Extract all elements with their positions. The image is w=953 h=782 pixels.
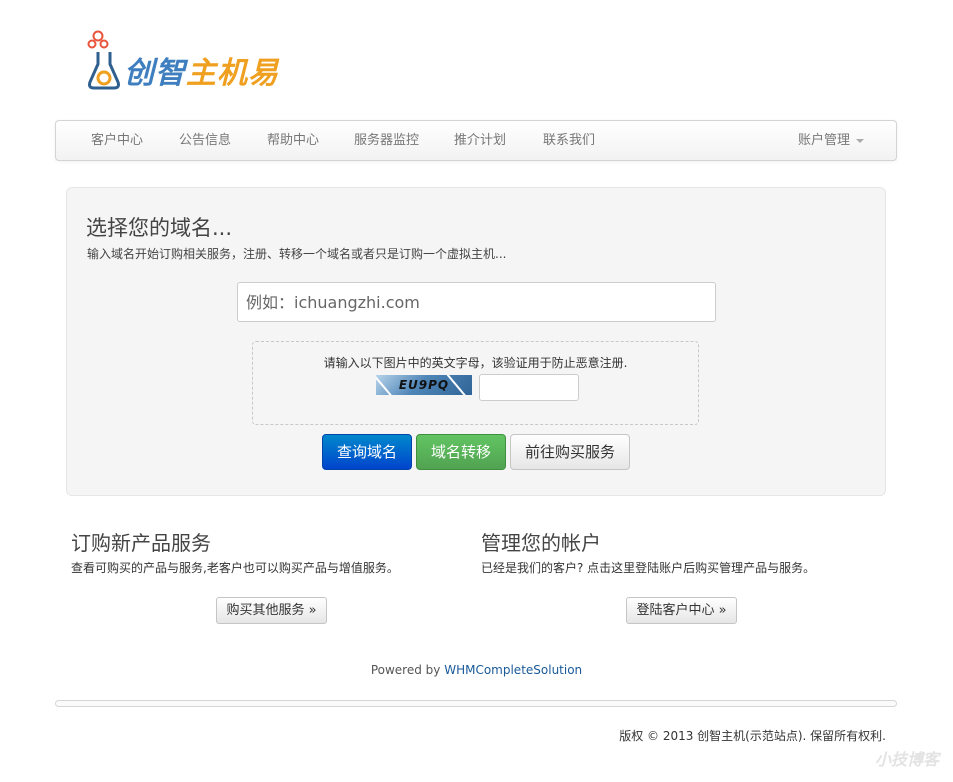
client-login-button[interactable]: 登陆客户中心 »	[626, 597, 737, 624]
site-logo[interactable]: 创智主机易	[84, 30, 284, 94]
powered-by-text: Powered by	[370, 663, 441, 677]
buy-other-services-button[interactable]: 购买其他服务 »	[216, 597, 327, 624]
captcha-code: EU9PQ	[398, 378, 450, 392]
order-products-desc: 查看可购买的产品与服务,老客户也可以购买产品与增值服务。	[71, 561, 399, 575]
captcha-input[interactable]	[479, 374, 579, 401]
order-products-title: 订购新产品服务	[71, 531, 211, 555]
nav-contact[interactable]: 联系我们	[543, 121, 595, 160]
flask-logo-icon	[87, 30, 120, 90]
nav-server-monitor[interactable]: 服务器监控	[354, 121, 419, 160]
hero-subtitle: 输入域名开始订购相关服务，注册、转移一个域名或者只是订购一个虚拟主机...	[87, 247, 507, 261]
main-navbar: 客户中心 公告信息 帮助中心 服务器监控 推介计划 联系我们 账户管理	[55, 120, 897, 161]
logo-wordmark: 创智主机易	[124, 56, 279, 91]
manage-account-desc: 已经是我们的客户? 点击这里登陆账户后购买管理产品与服务。	[481, 561, 816, 575]
manage-account-title: 管理您的帐户	[481, 531, 601, 555]
hero-title: 选择您的域名...	[86, 216, 233, 240]
search-domain-button[interactable]: 查询域名	[322, 434, 412, 470]
captcha-box: 请输入以下图片中的英文字母，该验证用于防止恶意注册. EU9PQ	[252, 341, 699, 425]
nav-help-center[interactable]: 帮助中心	[267, 121, 319, 160]
domain-search-panel: 选择您的域名... 输入域名开始订购相关服务，注册、转移一个域名或者只是订购一个…	[66, 187, 886, 496]
domain-input[interactable]	[237, 282, 716, 322]
buy-service-button[interactable]: 前往购买服务	[510, 434, 630, 470]
nav-account-dropdown[interactable]: 账户管理	[798, 121, 865, 160]
nav-client-center[interactable]: 客户中心	[91, 121, 143, 160]
transfer-domain-button[interactable]: 域名转移	[416, 434, 506, 470]
nav-referral[interactable]: 推介计划	[454, 121, 506, 160]
powered-by: Powered by WHMCompleteSolution	[0, 663, 953, 677]
account-label: 账户管理	[798, 133, 851, 148]
copyright-text: 版权 © 2013 创智主机(示范站点). 保留所有权利.	[619, 729, 886, 743]
captcha-image: EU9PQ	[376, 375, 472, 395]
nav-announcements[interactable]: 公告信息	[179, 121, 231, 160]
watermark-text: 小技博客	[874, 750, 939, 769]
caret-down-icon	[856, 138, 865, 143]
whmcs-link[interactable]: WHMCompleteSolution	[444, 663, 582, 677]
captcha-instructions: 请输入以下图片中的英文字母，该验证用于防止恶意注册.	[323, 356, 628, 370]
footer-divider	[55, 700, 897, 707]
